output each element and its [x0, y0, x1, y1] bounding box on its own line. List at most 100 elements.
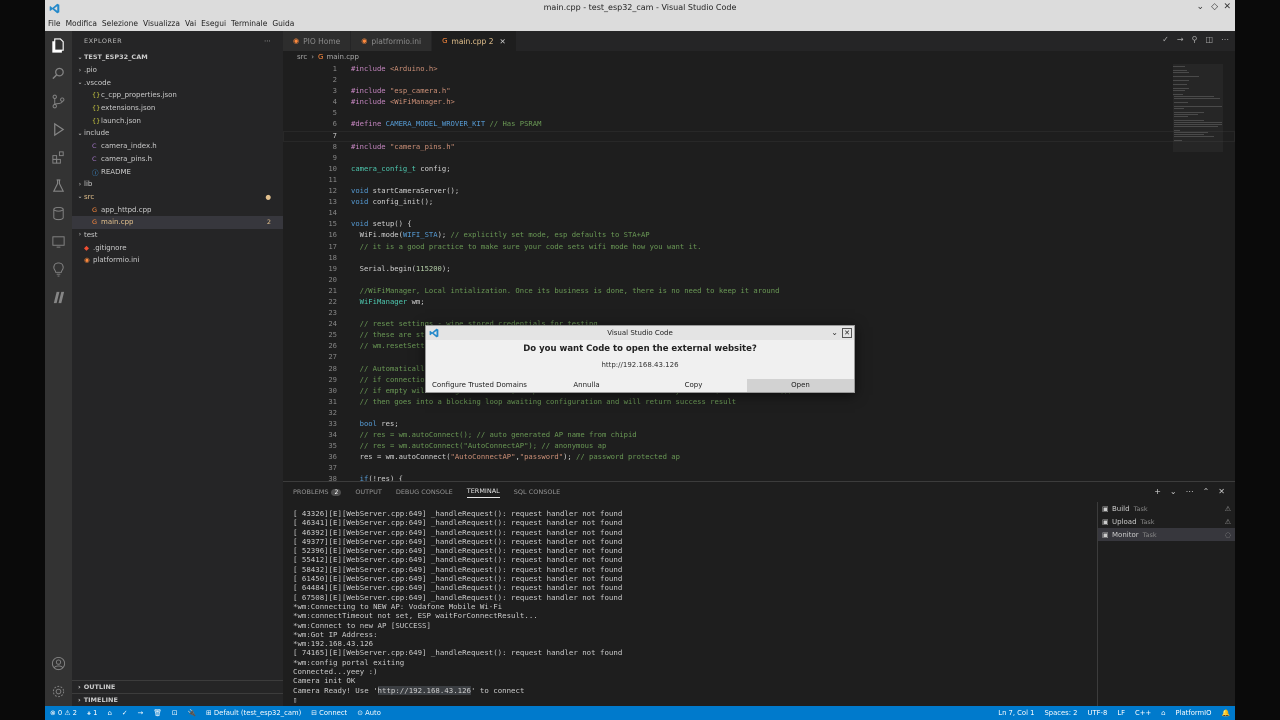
chevron-down-icon[interactable]: ⌄: [1170, 487, 1177, 496]
code-line[interactable]: 31 // then goes into a blocking loop awa…: [283, 397, 1235, 408]
split-editor-icon[interactable]: ◫: [1205, 35, 1213, 44]
code-line[interactable]: 15 void setup() {: [283, 219, 1235, 230]
more-actions-icon[interactable]: ⋯: [264, 37, 271, 45]
menu-item-terminale[interactable]: Terminale: [231, 17, 272, 31]
code-line[interactable]: 17 // it is a good practice to make sure…: [283, 242, 1235, 253]
breadcrumb-folder[interactable]: src: [297, 53, 307, 61]
tree-item[interactable]: ⌄ .vscode: [72, 76, 283, 89]
database-icon[interactable]: [51, 206, 66, 221]
menu-item-visualizza[interactable]: Visualizza: [143, 17, 185, 31]
terminal-url-link[interactable]: http://192.168.43.126: [377, 685, 471, 695]
status-right-item[interactable]: Spaces: 2: [1039, 709, 1082, 717]
menu-item-modifica[interactable]: Modifica: [66, 17, 102, 31]
status-right-item[interactable]: C++: [1130, 709, 1156, 717]
tree-item[interactable]: Gmain.cpp 2: [72, 215, 283, 229]
code-line[interactable]: 5: [283, 108, 1235, 119]
remote-explorer-icon[interactable]: [51, 234, 66, 249]
minimap[interactable]: [1173, 64, 1223, 154]
close-icon[interactable]: ✕: [842, 328, 852, 338]
new-terminal-icon[interactable]: +: [1154, 487, 1161, 496]
code-line[interactable]: 34 // res = wm.autoConnect(); // auto ge…: [283, 430, 1235, 441]
panel-tab-output[interactable]: OUTPUT: [355, 488, 382, 496]
panel-tab-debug-console[interactable]: DEBUG CONSOLE: [396, 488, 453, 496]
status-left-item[interactable]: ✓: [117, 709, 133, 718]
check-icon[interactable]: ✓: [1162, 35, 1169, 44]
extensions-icon[interactable]: [51, 150, 66, 165]
status-left-item[interactable]: ⊟ Connect: [306, 709, 352, 718]
status-left-item[interactable]: →: [133, 709, 149, 718]
platformio-icon[interactable]: [51, 262, 66, 277]
compare-icon[interactable]: ⚲: [1192, 35, 1198, 44]
status-right-item[interactable]: Ln 7, Col 1: [993, 709, 1039, 717]
workspace-root[interactable]: ⌄ TEST_ESP32_CAM: [72, 51, 283, 64]
status-left-item[interactable]: ⊞ Default (test_esp32_cam): [201, 709, 306, 718]
chevron-down-icon[interactable]: ⌄: [831, 328, 838, 337]
close-panel-icon[interactable]: ✕: [1218, 487, 1225, 496]
close-icon[interactable]: ✕: [499, 37, 505, 46]
status-right-item[interactable]: 🔔: [1217, 709, 1235, 717]
status-left-item[interactable]: 🔌: [183, 709, 201, 718]
tree-item[interactable]: Ccamera_index.h: [72, 140, 283, 153]
code-line[interactable]: 16 WiFi.mode(WIFI_STA); // explicitly se…: [283, 230, 1235, 241]
open-button[interactable]: Open: [747, 379, 854, 392]
tree-item[interactable]: ⓘ README: [72, 165, 283, 178]
menu-item-vai[interactable]: Vai: [185, 17, 201, 31]
source-control-icon[interactable]: [51, 94, 66, 109]
code-line[interactable]: 10 camera_config_t config;: [283, 164, 1235, 175]
breadcrumb-file[interactable]: main.cpp: [326, 53, 358, 61]
status-right-item[interactable]: LF: [1112, 709, 1130, 717]
more-actions-icon[interactable]: ⋯: [1186, 487, 1194, 496]
panel-tab-terminal[interactable]: TERMINAL: [466, 487, 500, 498]
tree-item[interactable]: › lib: [72, 178, 283, 191]
code-line[interactable]: 3 #include "esp_camera.h": [283, 86, 1235, 97]
code-line[interactable]: 20: [283, 275, 1235, 286]
more-actions-icon[interactable]: ⋯: [1221, 35, 1229, 44]
tree-item[interactable]: ⌄ src ●: [72, 191, 283, 204]
code-line[interactable]: 1 #include <Arduino.h>: [283, 64, 1235, 75]
close-window-icon[interactable]: ✕: [1223, 2, 1231, 12]
code-line[interactable]: 36 res = wm.autoConnect("AutoConnectAP",…: [283, 452, 1235, 463]
tree-item[interactable]: ◆ .gitignore: [72, 241, 283, 254]
task-upload[interactable]: ▣ Upload Task ⚠: [1098, 515, 1235, 528]
status-right-item[interactable]: ⌂: [1156, 709, 1170, 717]
code-line[interactable]: 19 Serial.begin(115200);: [283, 264, 1235, 275]
code-line[interactable]: 32: [283, 408, 1235, 419]
timeline-section[interactable]: › TIMELINE: [72, 693, 283, 706]
code-line[interactable]: 8 #include "camera_pins.h": [283, 142, 1235, 153]
code-line[interactable]: 22 WiFiManager wm;: [283, 297, 1235, 308]
tree-item[interactable]: Ccamera_pins.h: [72, 153, 283, 166]
status-right-item[interactable]: UTF-8: [1083, 709, 1113, 717]
maximize-panel-icon[interactable]: ⌃: [1203, 487, 1210, 496]
tree-item[interactable]: ◉ platformio.ini: [72, 254, 283, 267]
menu-item-esegui[interactable]: Esegui: [201, 17, 231, 31]
code-line[interactable]: 2: [283, 75, 1235, 86]
tree-item[interactable]: › .pio: [72, 64, 283, 77]
explorer-icon[interactable]: [51, 38, 66, 53]
status-left-item[interactable]: 🗑: [148, 709, 167, 718]
menu-item-guida[interactable]: Guida: [272, 17, 299, 31]
cancel-button[interactable]: Annulla: [533, 379, 640, 392]
status-left-item[interactable]: ⌂: [103, 709, 117, 718]
run-debug-icon[interactable]: [51, 122, 66, 137]
terminal-output[interactable]: [ 43326][E][WebServer.cpp:649] _handleRe…: [293, 509, 1093, 704]
code-line[interactable]: 37: [283, 463, 1235, 474]
tab-platformio-ini[interactable]: ◉ platformio.ini: [351, 31, 433, 51]
outline-section[interactable]: › OUTLINE: [72, 680, 283, 693]
code-line[interactable]: 13 void config_init();: [283, 197, 1235, 208]
code-line[interactable]: 21 //WiFiManager, Local intialization. O…: [283, 286, 1235, 297]
flag-icon[interactable]: [51, 290, 66, 305]
code-line[interactable]: 9: [283, 153, 1235, 164]
tab-pio[interactable]: ◉ PIO Home: [283, 31, 352, 51]
code-editor[interactable]: 1 #include <Arduino.h> 2 3 #include "esp_cam…: [283, 64, 1235, 483]
code-line[interactable]: 35 // res = wm.autoConnect("AutoConnectA…: [283, 441, 1235, 452]
code-line[interactable]: 11: [283, 175, 1235, 186]
search-icon[interactable]: [51, 66, 66, 81]
code-line[interactable]: 7: [283, 131, 1235, 142]
panel-tab-sql-console[interactable]: SQL CONSOLE: [514, 488, 560, 496]
status-left-item[interactable]: ⊡: [167, 709, 183, 718]
testing-icon[interactable]: [51, 178, 66, 193]
code-line[interactable]: 6 #define CAMERA_MODEL_WROVER_KIT // Has …: [283, 119, 1235, 130]
tree-item[interactable]: Gapp_httpd.cpp: [72, 203, 283, 216]
task-monitor[interactable]: ▣ Monitor Task ◌: [1098, 528, 1235, 541]
menu-item-selezione[interactable]: Selezione: [102, 17, 143, 31]
